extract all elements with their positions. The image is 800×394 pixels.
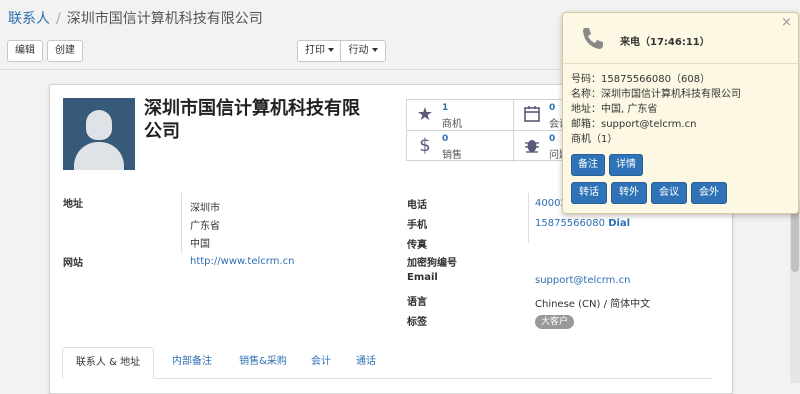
field-divider (181, 193, 182, 253)
breadcrumb-separator: / (56, 11, 61, 27)
print-dropdown-button[interactable]: 打印 (297, 40, 341, 62)
page-scrollbar[interactable] (790, 200, 800, 383)
caller-opportunities: 商机（1） (571, 134, 618, 145)
email-link[interactable]: support@telcrm.cn (535, 275, 630, 286)
transfer-external-button[interactable]: 转外 (611, 182, 647, 204)
edit-button[interactable]: 编辑 (7, 40, 43, 62)
address-label: 地址 (63, 199, 83, 210)
notebook-tabs: 联系人 & 地址 内部备注 销售&采购 会计 通话 (62, 347, 712, 379)
tab-calls[interactable]: 通话 (348, 347, 384, 379)
avatar-head-shape (86, 110, 112, 140)
create-button[interactable]: 创建 (47, 40, 83, 62)
tab-contacts-address[interactable]: 联系人 & 地址 (62, 347, 154, 379)
caret-down-icon (328, 48, 334, 52)
tab-accounting[interactable]: 会计 (304, 347, 338, 379)
address-city: 深圳市 (190, 203, 220, 214)
sales-label: 销售 (442, 150, 462, 161)
close-icon[interactable]: × (781, 15, 792, 30)
transfer-call-button[interactable]: 转话 (571, 182, 607, 204)
opportunities-smart-button[interactable]: ★ 1 商机 (407, 100, 514, 131)
calendar-icon (522, 105, 542, 125)
create-button-label: 创建 (55, 45, 75, 56)
website-label: 网站 (63, 258, 83, 269)
phone-handset-icon (580, 25, 606, 51)
dial-link[interactable]: Dial (608, 218, 630, 229)
action-button-label: 行动 (348, 45, 369, 56)
fax-label: 传真 (407, 240, 427, 251)
tags-label: 标签 (407, 317, 427, 328)
popup-title: 来电（17:46:11） (620, 37, 710, 48)
mobile-number: 15875566080 (535, 218, 605, 229)
popup-divider (563, 63, 798, 64)
star-icon: ★ (416, 104, 434, 125)
caller-name: 名称：深圳市国信计算机科技有限公司 (571, 89, 741, 100)
language-label: 语言 (407, 297, 427, 308)
mobile-link[interactable]: 15875566080 Dial (535, 218, 630, 229)
tag-badge[interactable]: 大客户 (535, 315, 575, 329)
meetings-count: 0 (549, 103, 556, 113)
caller-email: 邮箱：support@telcrm.cn (571, 119, 697, 130)
action-dropdown-button[interactable]: 行动 (340, 40, 386, 62)
email-label: Email (407, 272, 438, 283)
breadcrumb-contacts-link[interactable]: 联系人 (8, 11, 50, 27)
mobile-label: 手机 (407, 220, 427, 231)
opportunities-count: 1 (442, 103, 449, 113)
tab-internal-notes[interactable]: 内部备注 (162, 347, 222, 379)
caller-address: 地址：中国, 广东省 (571, 104, 658, 115)
caret-down-icon (371, 48, 378, 52)
language-value: Chinese (CN) / 简体中文 (535, 299, 651, 310)
issues-count: 0 (549, 134, 556, 144)
edit-button-label: 编辑 (15, 45, 35, 56)
details-button[interactable]: 详情 (609, 154, 643, 176)
conference-button[interactable]: 会议 (651, 182, 687, 204)
dollar-icon: $ (419, 135, 431, 156)
avatar-body-shape (74, 142, 124, 170)
opportunities-label: 商机 (442, 119, 462, 130)
sales-smart-button[interactable]: $ 0 销售 (407, 131, 514, 162)
dongle-number-label: 加密狗编号 (407, 258, 457, 269)
breadcrumb-current: 深圳市国信计算机科技有限公司 (66, 11, 263, 27)
caller-number: 号码：15875566080（608） (571, 74, 711, 85)
breadcrumb: 联系人 / 深圳市国信计算机科技有限公司 (8, 8, 263, 28)
sales-count: 0 (442, 134, 449, 144)
address-country: 中国 (190, 239, 210, 250)
phone-label: 电话 (407, 200, 427, 211)
website-link[interactable]: http://www.telcrm.cn (190, 256, 294, 267)
print-button-label: 打印 (305, 45, 325, 56)
bug-icon (522, 136, 542, 156)
incoming-call-popup: × 来电（17:46:11） 号码：15875566080（608） 名称：深圳… (562, 12, 799, 214)
avatar[interactable] (63, 98, 135, 170)
notes-button[interactable]: 备注 (571, 154, 605, 176)
tab-sales-purchases[interactable]: 销售&采购 (230, 347, 296, 379)
field-divider (528, 193, 529, 243)
external-conference-button[interactable]: 会外 (691, 182, 727, 204)
company-name-title: 深圳市国信计算机科技有限公司 (144, 98, 360, 142)
address-province: 广东省 (190, 221, 220, 232)
